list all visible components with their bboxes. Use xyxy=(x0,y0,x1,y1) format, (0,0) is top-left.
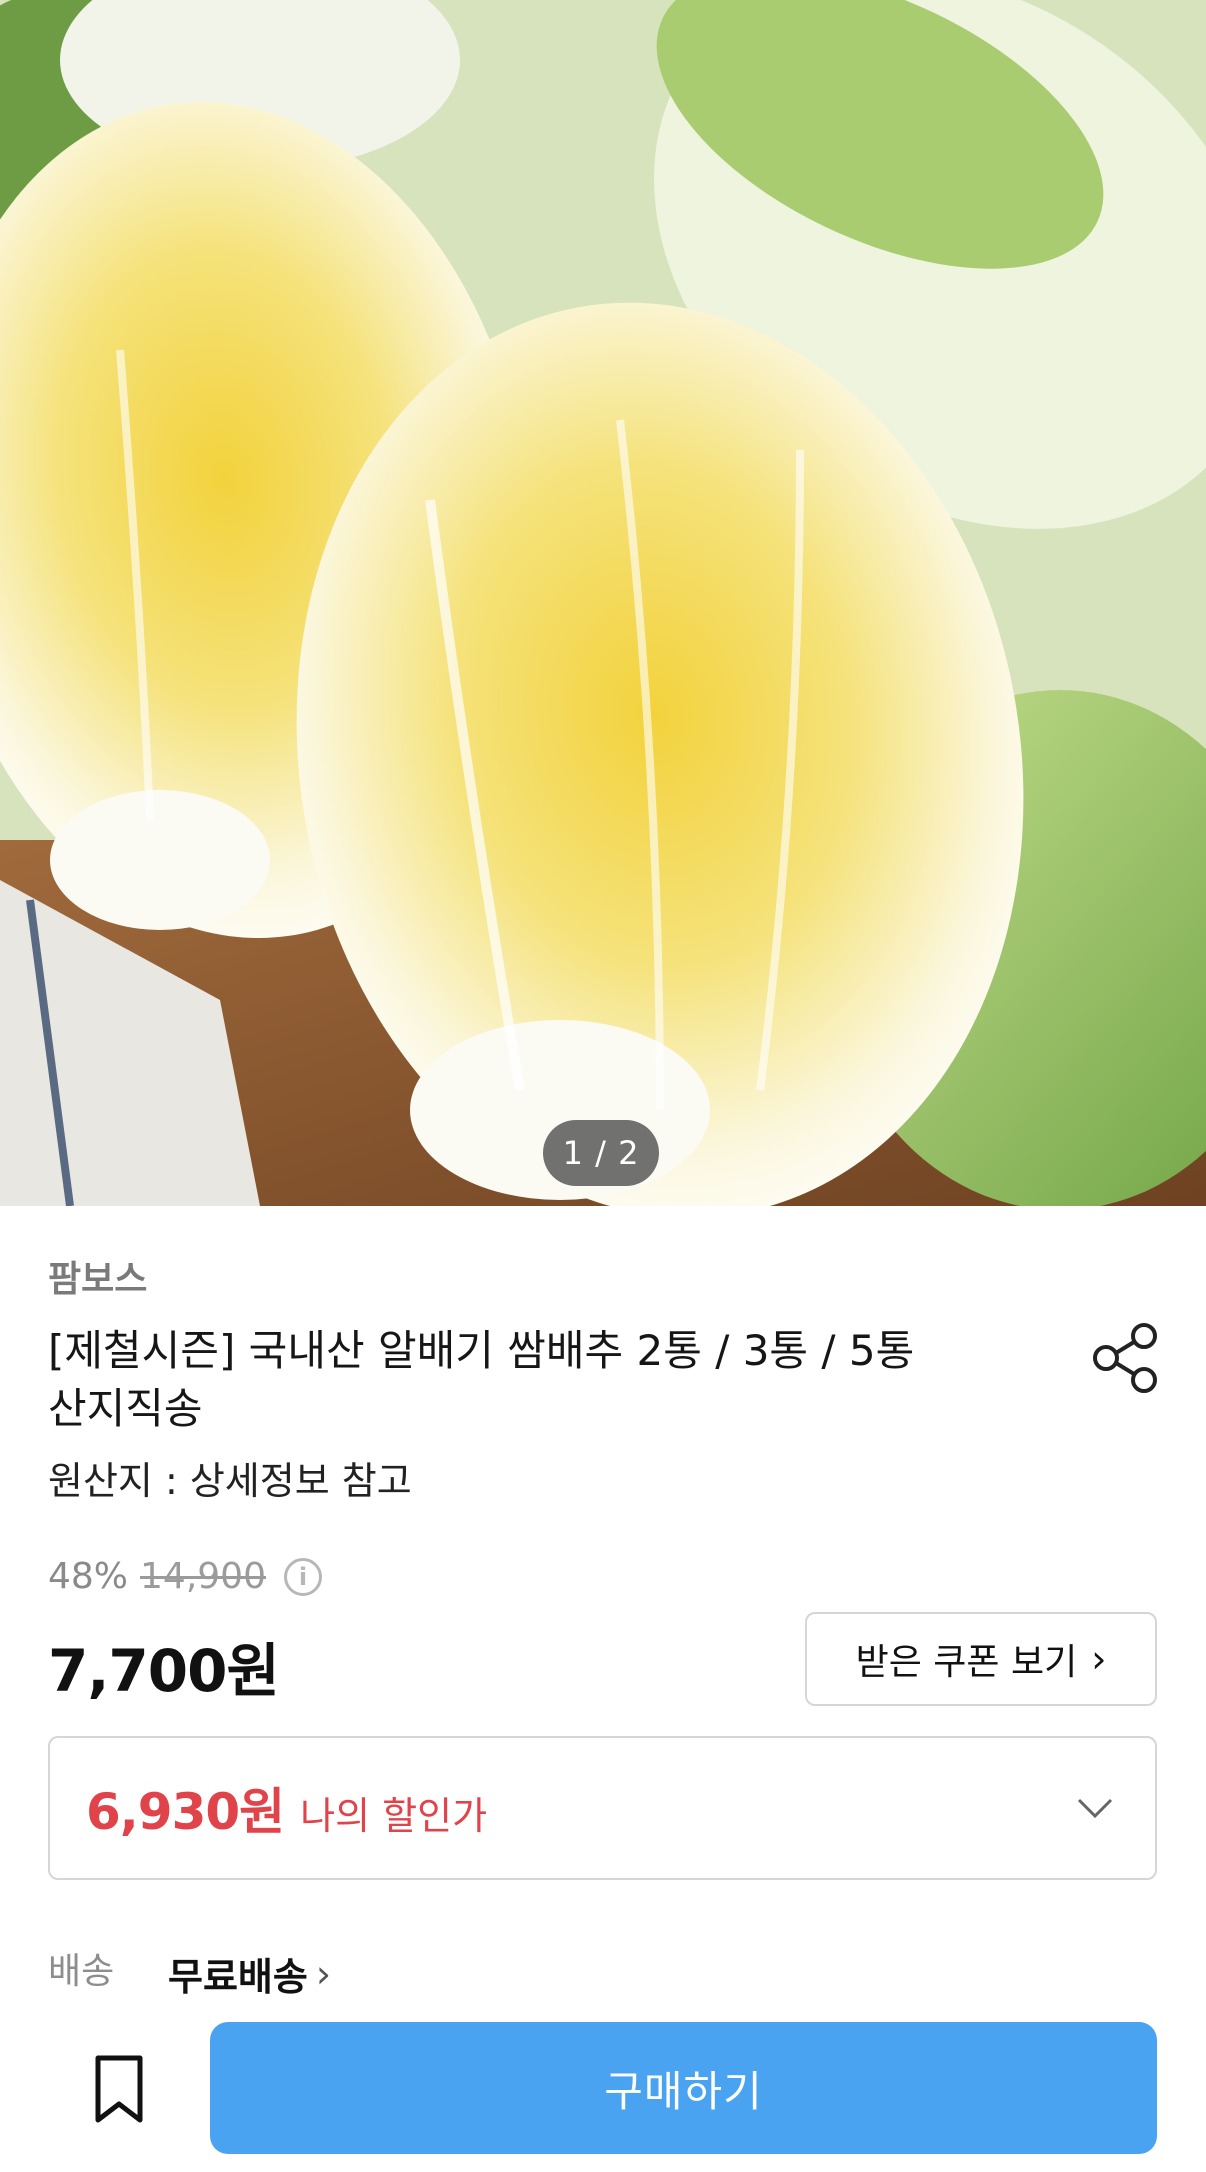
origin-info: 원산지 : 상세정보 참고 xyxy=(48,1459,412,1503)
buy-button[interactable]: 구매하기 xyxy=(210,2022,1157,2154)
product-detail-page: 1 / 2 팜보스 [제철시즌] 국내산 알배기 쌈배추 2통 / 3통 / 5… xyxy=(0,0,1206,2172)
coupon-button[interactable]: 받은 쿠폰 보기 › xyxy=(805,1612,1157,1706)
discount-rate: 48% xyxy=(48,1556,129,1597)
bookmark-icon xyxy=(95,2055,143,2123)
info-icon[interactable]: i xyxy=(283,1557,322,1596)
chevron-down-icon xyxy=(1077,1798,1113,1819)
image-pager: 1 / 2 xyxy=(543,1120,659,1186)
sale-price: 7,700원 xyxy=(48,1637,280,1705)
shipping-value: 무료배송 xyxy=(168,1955,308,1999)
coupon-button-label: 받은 쿠폰 보기 xyxy=(855,1642,1078,1683)
my-discount-price-dropdown[interactable]: 6,930원 나의 할인가 xyxy=(48,1736,1157,1880)
seller-name[interactable]: 팜보스 xyxy=(48,1250,147,1302)
chevron-right-icon: › xyxy=(315,1951,332,1996)
product-image xyxy=(0,0,1206,1206)
discount-row: 48% 14,900 i xyxy=(48,1556,322,1597)
share-button[interactable] xyxy=(1086,1318,1166,1398)
my-discount-price-label: 나의 할인가 xyxy=(300,1793,488,1838)
share-icon xyxy=(1093,1323,1157,1393)
product-image-carousel[interactable]: 1 / 2 xyxy=(0,0,1206,1206)
chevron-right-icon: › xyxy=(1091,1637,1107,1681)
original-price: 14,900 xyxy=(140,1556,266,1597)
shipping-label: 배송 xyxy=(48,1951,115,1992)
product-title: [제철시즌] 국내산 알배기 쌈배추 2통 / 3통 / 5통 산지직송 xyxy=(48,1326,915,1433)
bookmark-button[interactable] xyxy=(84,2052,154,2128)
shipping-value-link[interactable]: 무료배송 › xyxy=(168,1946,331,2001)
my-discount-price: 6,930원 xyxy=(86,1783,285,1841)
